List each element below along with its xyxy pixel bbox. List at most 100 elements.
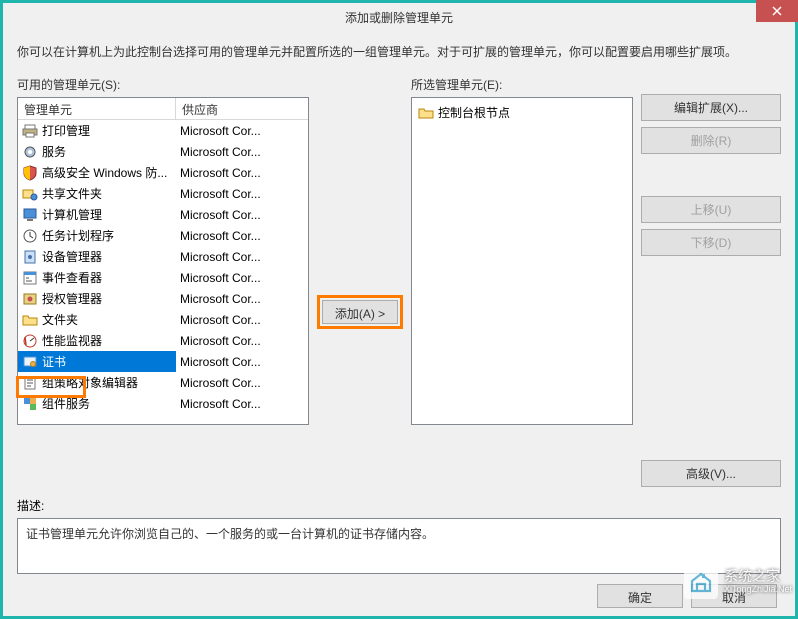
snapin-vendor: Microsoft Cor...: [176, 164, 308, 182]
available-pane: 可用的管理单元(S): 管理单元 供应商 打印管理 Microsoft Cor..…: [17, 76, 309, 487]
device-icon: [22, 249, 38, 265]
snapin-row[interactable]: 授权管理器 Microsoft Cor...: [18, 288, 308, 309]
spacer: [641, 262, 781, 454]
policy-icon: [22, 375, 38, 391]
folder-icon: [22, 312, 38, 328]
snapin-name: 任务计划程序: [42, 227, 114, 244]
snapin-name-cell: 性能监视器: [18, 330, 176, 351]
available-list-body[interactable]: 打印管理Microsoft Cor...服务Microsoft Cor...高级…: [18, 120, 308, 424]
snapin-vendor: Microsoft Cor...: [176, 143, 308, 161]
snapin-vendor: Microsoft Cor...: [176, 353, 308, 371]
snapin-vendor: Microsoft Cor...: [176, 269, 308, 287]
snapin-name: 服务: [42, 143, 66, 160]
snapin-row[interactable]: 任务计划程序 Microsoft Cor...: [18, 225, 308, 246]
computer-icon: [22, 207, 38, 223]
add-button-highlight: 添加(A) >: [317, 295, 403, 329]
remove-button[interactable]: 删除(R): [641, 127, 781, 154]
col-vendor[interactable]: 供应商: [176, 98, 308, 119]
snapin-name: 性能监视器: [42, 332, 102, 349]
advanced-button[interactable]: 高级(V)...: [641, 460, 781, 487]
snapin-row[interactable]: 计算机管理 Microsoft Cor...: [18, 204, 308, 225]
snapin-vendor: Microsoft Cor...: [176, 332, 308, 350]
snapin-name: 打印管理: [42, 122, 90, 139]
close-button[interactable]: [756, 0, 798, 22]
middle-pane: 添加(A) >: [317, 76, 403, 487]
dialog-window: 添加或删除管理单元 你可以在计算机上为此控制台选择可用的管理单元并配置所选的一组…: [0, 0, 798, 619]
snapin-row[interactable]: 设备管理器 Microsoft Cor...: [18, 246, 308, 267]
snapin-name-cell: 任务计划程序: [18, 225, 176, 246]
move-up-button[interactable]: 上移(U): [641, 196, 781, 223]
snapin-vendor: Microsoft Cor...: [176, 227, 308, 245]
snapin-name-cell: 授权管理器: [18, 288, 176, 309]
selected-snapin-item[interactable]: 控制台根节点: [416, 102, 628, 123]
snapin-vendor: Microsoft Cor...: [176, 185, 308, 203]
snapin-row[interactable]: 性能监视器 Microsoft Cor...: [18, 330, 308, 351]
snapin-name-cell: 共享文件夹: [18, 183, 176, 204]
auth-icon: [22, 291, 38, 307]
main-area: 可用的管理单元(S): 管理单元 供应商 打印管理 Microsoft Cor..…: [17, 76, 781, 487]
snapin-row[interactable]: 组策略对象编辑器Microsoft Cor...: [18, 372, 308, 393]
snapin-name: 设备管理器: [42, 248, 102, 265]
snapin-row[interactable]: 事件查看器 Microsoft Cor...: [18, 267, 308, 288]
snapin-row[interactable]: 证书 Microsoft Cor...: [18, 351, 308, 372]
snapin-name: 组策略对象编辑器: [42, 374, 138, 391]
snapin-name-cell: 设备管理器: [18, 246, 176, 267]
snapin-name-cell: 证书: [18, 351, 176, 372]
list-header: 管理单元 供应商: [18, 98, 308, 120]
snapin-name: 组件服务: [42, 395, 90, 412]
folder-icon: [418, 105, 434, 121]
snapin-row[interactable]: 服务 Microsoft Cor...: [18, 141, 308, 162]
snapin-vendor: Microsoft Cor...: [176, 395, 308, 413]
ok-button[interactable]: 确定: [597, 584, 683, 608]
snapin-name-cell: 计算机管理: [18, 204, 176, 225]
snapin-row[interactable]: 高级安全 Windows 防... Microsoft Cor...: [18, 162, 308, 183]
add-button[interactable]: 添加(A) >: [322, 300, 398, 324]
description-box: 证书管理单元允许你浏览自己的、一个服务的或一台计算机的证书存储内容。: [17, 518, 781, 574]
component-icon: [22, 396, 38, 412]
gear-icon: [22, 144, 38, 160]
snapin-row[interactable]: 共享文件夹 Microsoft Cor...: [18, 183, 308, 204]
snapin-name: 文件夹: [42, 311, 78, 328]
action-buttons-pane: 编辑扩展(X)... 删除(R) 上移(U) 下移(D) 高级(V)...: [641, 76, 781, 487]
edit-extensions-button[interactable]: 编辑扩展(X)...: [641, 94, 781, 121]
available-label: 可用的管理单元(S):: [17, 76, 309, 93]
snapin-name: 授权管理器: [42, 290, 102, 307]
available-listbox[interactable]: 管理单元 供应商 打印管理 Microsoft Cor... 服务 Microsoft…: [17, 97, 309, 425]
titlebar: 添加或删除管理单元: [3, 3, 795, 31]
dialog-content: 你可以在计算机上为此控制台选择可用的管理单元并配置所选的一组管理单元。对于可扩展…: [3, 31, 795, 616]
snapin-vendor: Microsoft Cor...: [176, 311, 308, 329]
snapin-row[interactable]: 组件服务 Microsoft Cor...: [18, 393, 308, 414]
snapin-vendor: Microsoft Cor...: [176, 290, 308, 308]
shield-icon: [22, 165, 38, 181]
share-icon: [22, 186, 38, 202]
selected-label: 所选管理单元(E):: [411, 76, 633, 93]
cert-icon: [22, 354, 38, 370]
event-icon: [22, 270, 38, 286]
snapin-row[interactable]: 文件夹 Microsoft Cor...: [18, 309, 308, 330]
snapin-name-cell: 事件查看器: [18, 267, 176, 288]
col-snapin[interactable]: 管理单元: [18, 98, 176, 119]
snapin-vendor: Microsoft Cor...: [176, 248, 308, 266]
snapin-name: 证书: [42, 353, 66, 370]
snapin-name: 事件查看器: [42, 269, 102, 286]
window-title: 添加或删除管理单元: [3, 9, 795, 26]
snapin-name: 共享文件夹: [42, 185, 102, 202]
spacer: [641, 160, 781, 190]
snapin-name-cell: 组策略对象编辑器: [18, 372, 176, 393]
snapin-name: 计算机管理: [42, 206, 102, 223]
snapin-vendor: Microsoft Cor...: [176, 206, 308, 224]
selected-snapin-name: 控制台根节点: [438, 104, 510, 121]
perf-icon: [22, 333, 38, 349]
clock-icon: [22, 228, 38, 244]
snapin-row[interactable]: 打印管理 Microsoft Cor...: [18, 120, 308, 141]
selected-listbox[interactable]: 控制台根节点: [411, 97, 633, 425]
close-icon: [772, 6, 782, 16]
snapin-name: 高级安全 Windows 防...: [42, 164, 167, 181]
move-down-button[interactable]: 下移(D): [641, 229, 781, 256]
selected-list-body: 控制台根节点: [412, 98, 632, 127]
snapin-name-cell: 服务: [18, 141, 176, 162]
snapin-vendor: Microsoft Cor...: [176, 122, 308, 140]
cancel-button[interactable]: 取消: [691, 584, 777, 608]
instruction-text: 你可以在计算机上为此控制台选择可用的管理单元并配置所选的一组管理单元。对于可扩展…: [17, 43, 781, 62]
printer-icon: [22, 123, 38, 139]
